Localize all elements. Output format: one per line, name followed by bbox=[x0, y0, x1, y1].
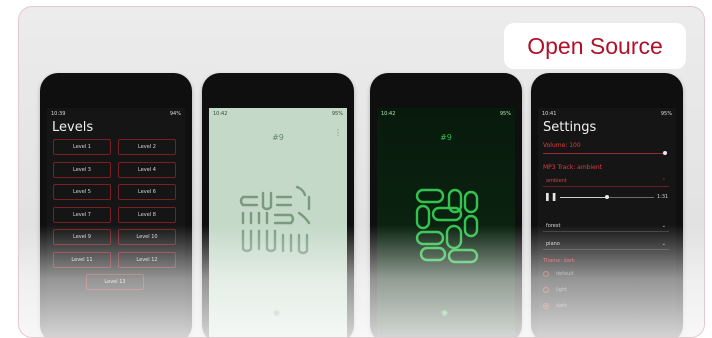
status-time: 10:42 bbox=[381, 111, 396, 117]
mp3-track-label: MP3 Track: ambient bbox=[543, 164, 602, 171]
page-title: Settings bbox=[543, 120, 597, 135]
track-select-value: ambient bbox=[546, 177, 567, 184]
phone-level-dark: 10:42 95% #9 ◉ bbox=[370, 73, 522, 337]
select-sound[interactable]: forest ⌄ bbox=[543, 220, 669, 232]
theme-option-default[interactable]: default bbox=[543, 271, 574, 277]
radio-button[interactable] bbox=[543, 271, 549, 277]
radio-button[interactable] bbox=[543, 287, 549, 293]
chevron-down-icon: ⌄ bbox=[661, 240, 666, 247]
status-bar: 10:39 94% bbox=[47, 108, 185, 120]
status-battery: 95% bbox=[499, 111, 511, 117]
level-button[interactable]: Level 5 bbox=[53, 184, 111, 200]
level-button[interactable]: Level 8 bbox=[118, 206, 176, 223]
camera-icon[interactable]: ◉ bbox=[441, 308, 448, 317]
status-time: 10:42 bbox=[213, 111, 228, 117]
select-sound-value: forest bbox=[546, 222, 561, 229]
puzzle-pipes[interactable] bbox=[237, 183, 319, 263]
radio-label: default bbox=[556, 271, 574, 277]
level-button[interactable]: Level 9 bbox=[53, 229, 111, 245]
level-button[interactable]: Level 11 bbox=[53, 251, 111, 268]
level-screen-light: 10:42 95% #9 ⋮ ◉ bbox=[209, 108, 347, 337]
overflow-menu-icon[interactable]: ⋮ bbox=[334, 128, 342, 137]
level-button[interactable]: Level 12 bbox=[118, 251, 176, 268]
theme-option-dark[interactable]: dark bbox=[543, 303, 567, 309]
track-select[interactable]: ambient ⌃ bbox=[543, 175, 669, 187]
level-button[interactable]: Level 13 bbox=[86, 274, 144, 290]
phone-levels: 10:39 94% Levels Level 1 Level 2 Level 3 Le… bbox=[40, 73, 192, 337]
status-bar: 10:42 95% bbox=[377, 108, 515, 120]
chevron-down-icon: ⌄ bbox=[661, 222, 666, 229]
camera-icon[interactable]: ◉ bbox=[273, 308, 280, 317]
status-time: 10:39 bbox=[51, 111, 66, 117]
theme-option-light[interactable]: light bbox=[543, 287, 567, 293]
level-number: #9 bbox=[440, 133, 452, 142]
select-instrument-value: piano bbox=[546, 240, 560, 247]
player-thumb[interactable] bbox=[605, 195, 609, 199]
radio-label: light bbox=[556, 287, 568, 293]
open-source-badge[interactable]: Open Source bbox=[504, 23, 686, 69]
level-button[interactable]: Level 1 bbox=[53, 139, 111, 155]
select-instrument[interactable]: piano ⌄ bbox=[543, 238, 669, 250]
player-time: 1:31 bbox=[657, 194, 669, 200]
level-button[interactable]: Level 2 bbox=[118, 139, 176, 155]
theme-label: Theme: dark bbox=[543, 258, 575, 264]
status-bar: 10:42 95% bbox=[209, 108, 347, 120]
phone-level-light: 10:42 95% #9 ⋮ ◉ bbox=[202, 73, 354, 337]
status-bar: 10:41 95% bbox=[538, 108, 676, 120]
level-screen-dark: 10:42 95% #9 ◉ bbox=[377, 108, 515, 337]
level-button[interactable]: Level 6 bbox=[118, 184, 176, 200]
phone-settings: 10:41 95% Settings Volume: 100 MP3 Track… bbox=[531, 73, 683, 337]
status-battery: 95% bbox=[331, 111, 343, 117]
status-battery: 95% bbox=[660, 111, 672, 117]
volume-label: Volume: 100 bbox=[543, 142, 581, 149]
status-battery: 94% bbox=[169, 111, 181, 117]
chevron-up-icon: ⌃ bbox=[661, 177, 666, 184]
radio-label: dark bbox=[556, 303, 568, 309]
level-button[interactable]: Level 3 bbox=[53, 161, 111, 178]
settings-screen: 10:41 95% Settings Volume: 100 MP3 Track… bbox=[538, 108, 676, 337]
level-button[interactable]: Level 10 bbox=[118, 229, 176, 245]
pause-icon[interactable]: ❚❚ bbox=[544, 192, 557, 201]
volume-slider-thumb[interactable] bbox=[663, 151, 667, 155]
levels-screen: 10:39 94% Levels Level 1 Level 2 Level 3 Le… bbox=[47, 108, 185, 337]
level-number: #9 bbox=[272, 133, 284, 142]
status-time: 10:41 bbox=[542, 111, 557, 117]
page-title: Levels bbox=[52, 120, 94, 135]
level-button[interactable]: Level 7 bbox=[53, 206, 111, 223]
volume-slider[interactable] bbox=[543, 153, 665, 154]
player-progress-fill bbox=[560, 197, 607, 198]
radio-button-selected[interactable] bbox=[543, 303, 549, 309]
puzzle-solved[interactable] bbox=[413, 186, 481, 264]
level-button[interactable]: Level 4 bbox=[118, 161, 176, 178]
